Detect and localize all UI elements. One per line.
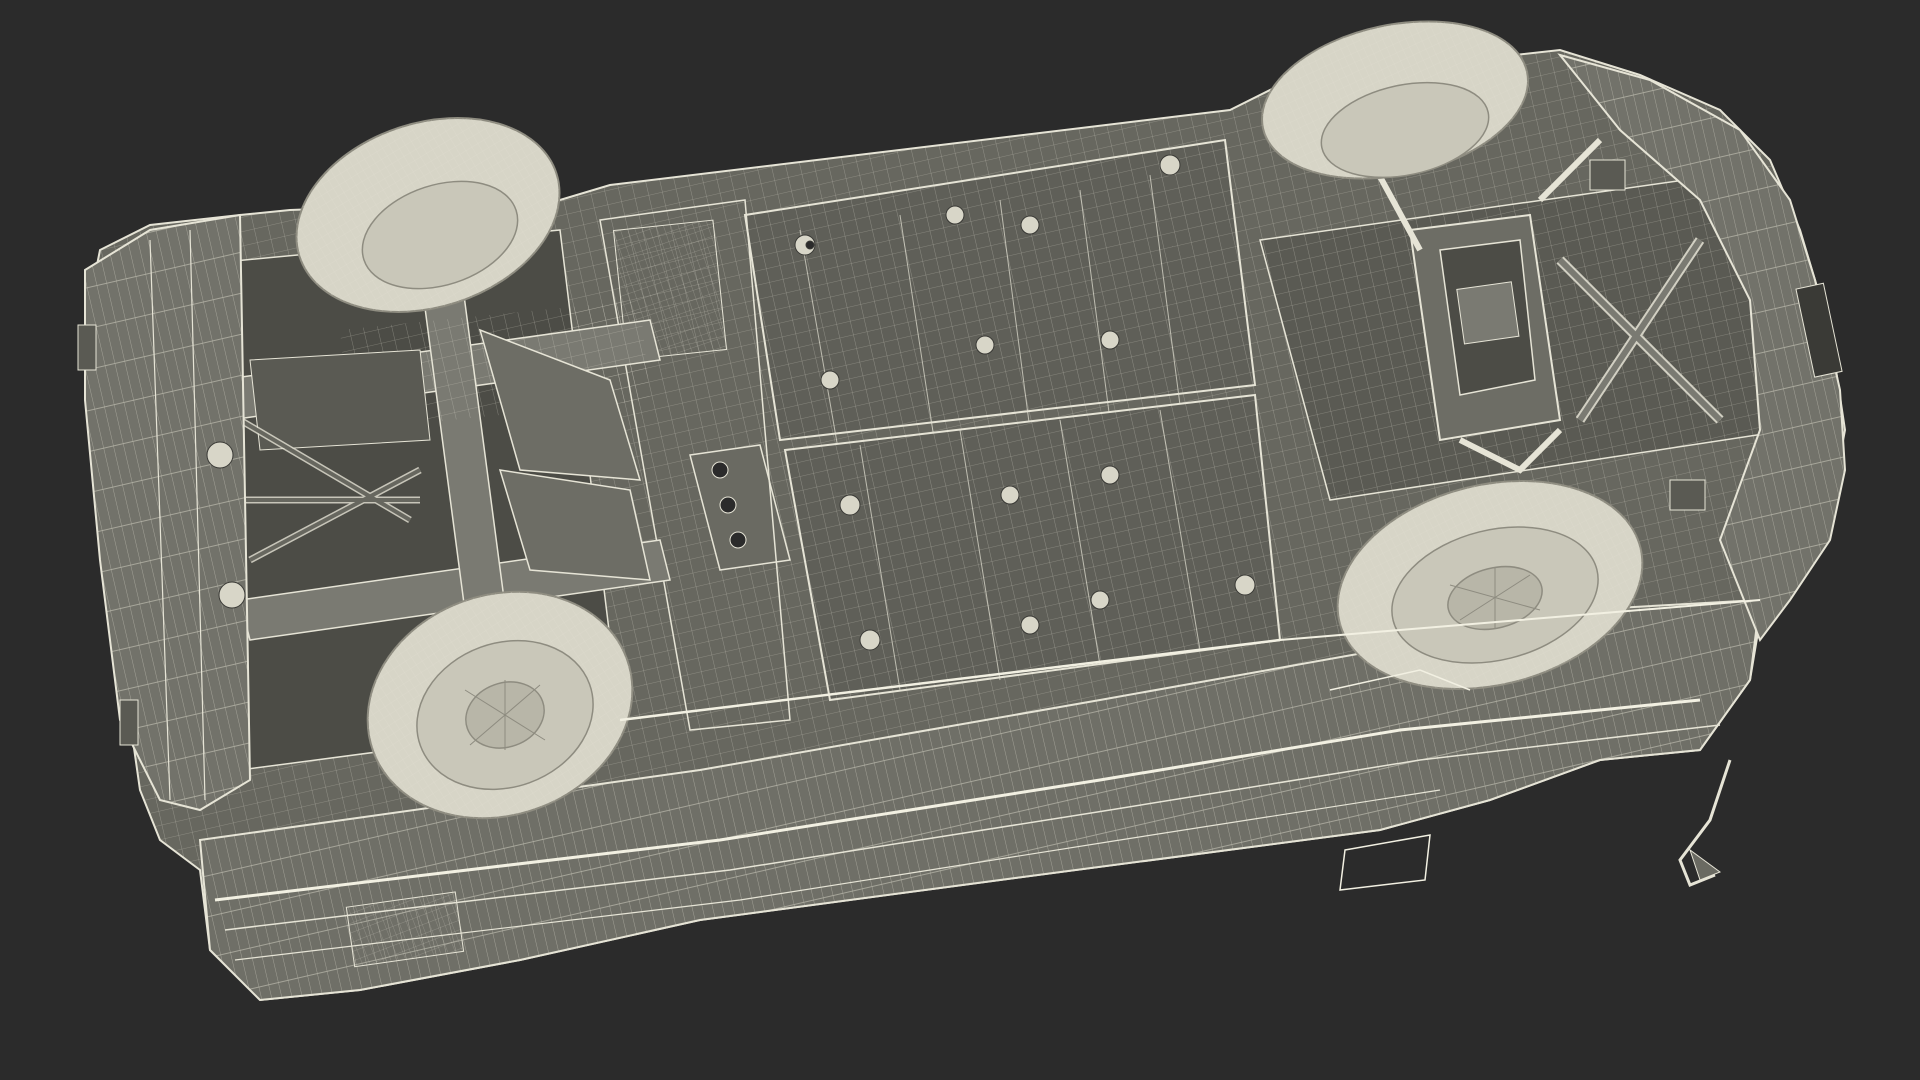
mirror-bracket	[1678, 759, 1732, 887]
3d-viewport[interactable]	[0, 0, 1920, 1080]
rear-bumper	[77, 213, 252, 812]
car-underbody-wireframe	[77, 20, 1847, 1002]
